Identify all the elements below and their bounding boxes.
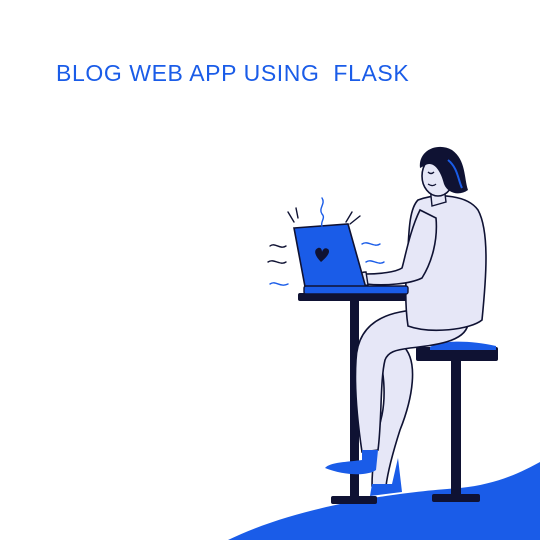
stool	[416, 347, 498, 502]
woman-at-laptop-illustration	[228, 146, 540, 540]
banner: BLOG WEB APP USING FLASK	[0, 0, 540, 540]
